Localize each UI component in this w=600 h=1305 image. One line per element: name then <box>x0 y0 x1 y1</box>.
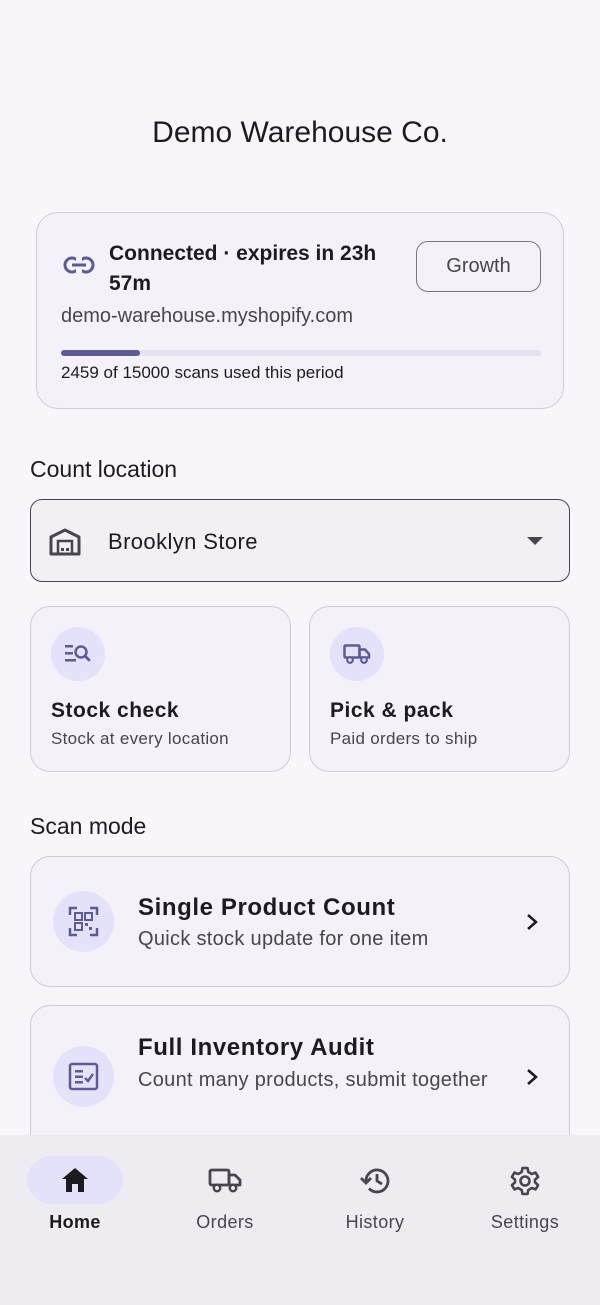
nav-item-history[interactable]: History <box>300 1135 450 1245</box>
scan-mode-label: Scan mode <box>30 813 147 839</box>
usage-progress-fill <box>61 350 140 356</box>
search-list-icon <box>51 627 105 681</box>
link-icon <box>63 256 95 274</box>
shop-domain: demo-warehouse.myshopify.com <box>61 305 353 327</box>
app-screen: Demo Warehouse Co. Connected · expires i… <box>0 0 600 1305</box>
page-title: Demo Warehouse Co. <box>152 116 448 149</box>
nav-item-settings[interactable]: Settings <box>450 1135 600 1245</box>
tile-title: Pick & pack <box>330 699 454 722</box>
connection-status: Connected · expires in 23h 57m <box>109 242 377 295</box>
nav-item-orders[interactable]: Orders <box>150 1135 300 1245</box>
count-location-label: Count location <box>30 456 178 482</box>
usage-progress-bar <box>61 350 541 356</box>
truck-icon <box>330 627 384 681</box>
home-icon <box>62 1168 88 1192</box>
tile-title: Stock check <box>51 699 180 722</box>
nav-indicator <box>477 1156 573 1204</box>
option-title: Single Product Count <box>138 894 396 921</box>
history-icon <box>360 1168 390 1194</box>
location-dropdown[interactable]: Brooklyn Store <box>30 499 570 582</box>
nav-label: History <box>345 1212 405 1232</box>
chevron-right-icon <box>527 1069 538 1085</box>
tile-subtitle: Stock at every location <box>51 729 229 748</box>
chevron-right-icon <box>527 914 538 930</box>
nav-indicator <box>177 1156 273 1204</box>
chevron-down-icon <box>527 537 543 545</box>
single-product-count-option[interactable]: Single Product Count Quick stock update … <box>30 856 570 987</box>
warehouse-icon <box>49 528 81 556</box>
tile-subtitle: Paid orders to ship <box>330 729 478 748</box>
option-subtitle: Quick stock update for one item <box>138 928 429 950</box>
checklist-icon <box>53 1046 114 1107</box>
nav-label: Orders <box>196 1212 254 1232</box>
usage-text: 2459 of 15000 scans used this period <box>61 363 344 382</box>
pick-pack-tile[interactable]: Pick & pack Paid orders to ship <box>309 606 570 772</box>
stock-check-tile[interactable]: Stock check Stock at every location <box>30 606 291 772</box>
nav-item-home[interactable]: Home <box>0 1135 150 1245</box>
nav-label: Settings <box>490 1212 560 1232</box>
selected-location: Brooklyn Store <box>108 529 258 554</box>
qr-code-icon <box>53 891 114 952</box>
nav-indicator <box>327 1156 423 1204</box>
truck-icon <box>208 1168 242 1193</box>
nav-label: Home <box>49 1212 101 1232</box>
connection-card: Connected · expires in 23h 57m Growth de… <box>36 212 564 409</box>
gear-icon <box>510 1166 540 1196</box>
nav-indicator <box>27 1156 123 1204</box>
plan-button[interactable]: Growth <box>416 241 541 292</box>
option-title: Full Inventory Audit <box>138 1034 375 1061</box>
option-subtitle: Count many products, submit together <box>138 1069 488 1091</box>
bottom-navigation: Home Orders History Settings <box>0 1135 600 1305</box>
